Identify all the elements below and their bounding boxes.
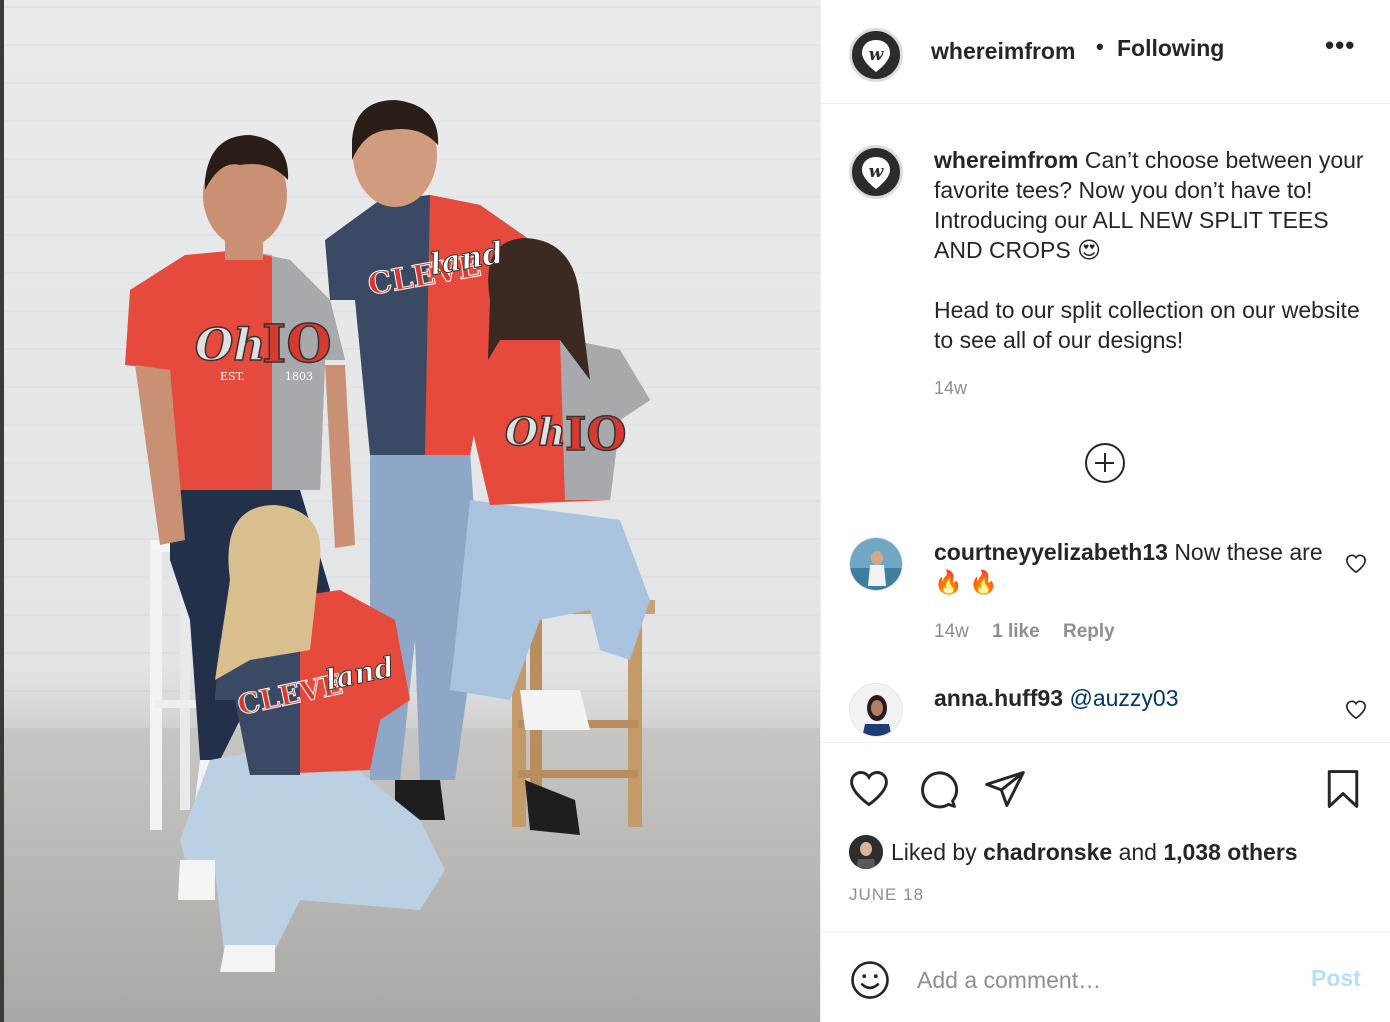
- whereimfrom-logo-icon: w: [862, 40, 890, 72]
- liked-by-conjunction: and: [1118, 838, 1157, 865]
- likes-summary: Liked by chadronske and 1,038 others: [849, 835, 1298, 869]
- caption-username[interactable]: whereimfrom: [934, 147, 1078, 173]
- post-side-panel: w whereimfrom • Following ••• w whereimf…: [820, 0, 1390, 1022]
- reply-button[interactable]: Reply: [1063, 621, 1115, 642]
- comment-likes[interactable]: 1 like: [992, 621, 1040, 642]
- post-photo[interactable]: Oh IO EST. 1803 CLEVE land Oh IO CLEVE l…: [0, 0, 820, 1022]
- shirt-text-est: EST.: [220, 370, 245, 383]
- photo-left-edge: [0, 0, 4, 1022]
- comment-input[interactable]: [917, 963, 1277, 997]
- shirt-text-io-2: IO: [565, 407, 627, 461]
- whereimfrom-logo-icon: w: [862, 157, 890, 189]
- comment-bubble-icon[interactable]: [915, 767, 959, 811]
- smiley-icon[interactable]: [849, 959, 891, 1001]
- post-caption: whereimfrom Can’t choose between your fa…: [934, 145, 1364, 355]
- comment-timestamp[interactable]: 14w: [934, 621, 969, 642]
- post-header: w whereimfrom • Following •••: [821, 0, 1390, 104]
- commenter-avatar[interactable]: [849, 537, 903, 591]
- post-date[interactable]: JUNE 18: [849, 885, 924, 905]
- paper-plane-icon[interactable]: [983, 767, 1027, 811]
- comment-like-heart-icon[interactable]: [1345, 553, 1367, 575]
- liker-avatar[interactable]: [849, 835, 883, 869]
- comment-username[interactable]: courtneyyelizabeth13: [934, 539, 1168, 565]
- comment-mention[interactable]: @auzzy03: [1069, 685, 1178, 711]
- load-more-comments-button[interactable]: [1085, 443, 1125, 483]
- shirt-text-oh-2: Oh: [505, 409, 566, 454]
- commenter-avatar[interactable]: [849, 683, 903, 737]
- author-username[interactable]: whereimfrom: [931, 38, 1075, 65]
- comment-text-block: anna.huff93 @auzzy03: [934, 683, 1334, 713]
- heart-icon[interactable]: [847, 767, 891, 811]
- caption-timestamp[interactable]: 14w: [934, 378, 967, 399]
- liked-by-prefix: Liked by: [891, 838, 977, 865]
- photo-scene: Oh IO EST. 1803 CLEVE land Oh IO CLEVE l…: [125, 100, 655, 972]
- comment-like-heart-icon[interactable]: [1345, 699, 1367, 721]
- post-comment-button[interactable]: Post: [1311, 965, 1361, 992]
- liked-by-user[interactable]: chadronske: [983, 839, 1112, 866]
- comment-text-block: courtneyyelizabeth13 Now these are 🔥 🔥: [934, 537, 1334, 597]
- comments-list[interactable]: w whereimfrom Can’t choose between your …: [821, 105, 1390, 741]
- post-actions: Liked by chadronske and 1,038 others JUN…: [821, 742, 1390, 932]
- caption-text: Can’t choose between your favorite tees?…: [934, 147, 1364, 353]
- liked-by-others[interactable]: 1,038 others: [1163, 839, 1297, 866]
- header-separator: •: [1096, 34, 1104, 59]
- comment-username[interactable]: anna.huff93: [934, 685, 1063, 711]
- caption-author-avatar[interactable]: w: [849, 145, 903, 199]
- shirt-text-oh: Oh: [195, 320, 265, 371]
- add-comment-bar: Post: [821, 933, 1390, 1022]
- shirt-text-io: IO: [262, 314, 332, 375]
- more-options-button[interactable]: •••: [1325, 30, 1355, 61]
- comment-meta: 14w 1 like Reply: [934, 621, 1133, 643]
- svg-text:w: w: [869, 45, 885, 65]
- instagram-post: Oh IO EST. 1803 CLEVE land Oh IO CLEVE l…: [0, 0, 1390, 1022]
- svg-text:w: w: [869, 162, 885, 182]
- following-button[interactable]: Following: [1117, 35, 1224, 62]
- avatar-photo: [849, 835, 883, 869]
- author-avatar[interactable]: w: [849, 28, 903, 82]
- bookmark-icon[interactable]: [1321, 767, 1365, 811]
- avatar-photo: [850, 684, 902, 736]
- shirt-text-year: 1803: [285, 370, 313, 383]
- avatar-photo: [850, 538, 902, 590]
